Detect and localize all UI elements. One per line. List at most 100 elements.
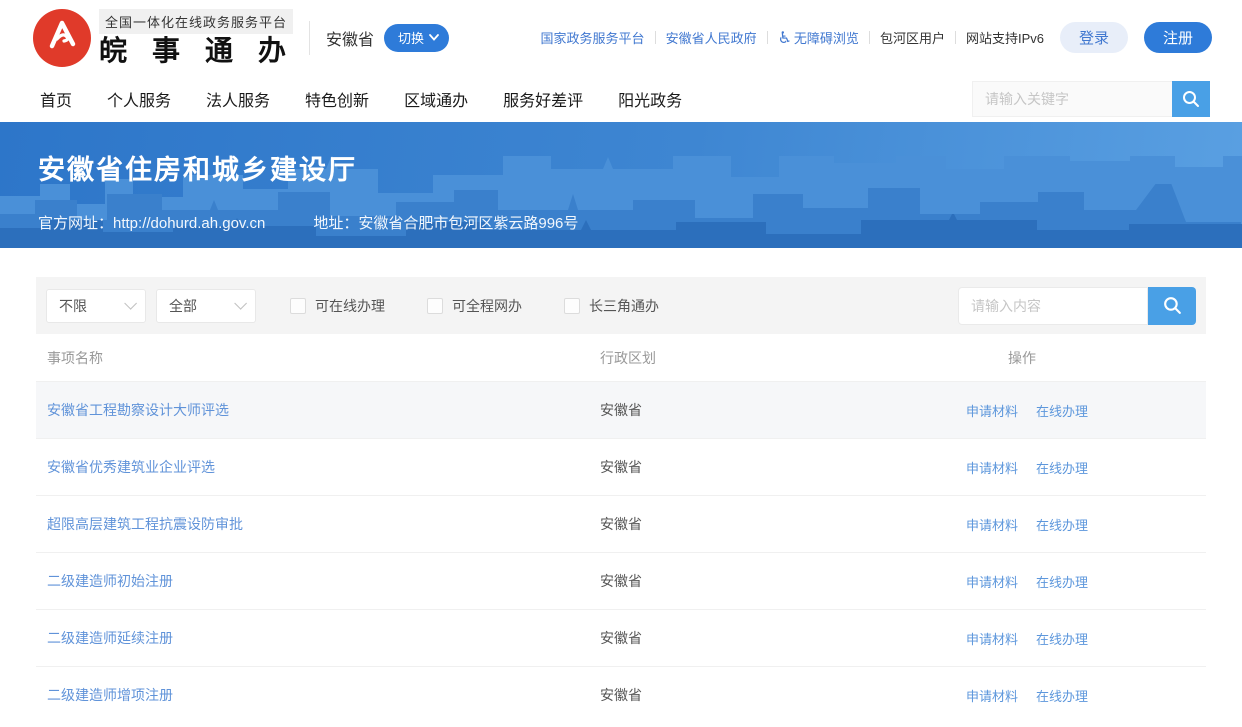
current-region: 安徽省 bbox=[326, 26, 374, 50]
region-value: 安徽省 bbox=[600, 516, 642, 532]
online-handle-link[interactable]: 在线办理 bbox=[1036, 629, 1088, 648]
services-table: 事项名称 行政区划 操作 安徽省工程勘察设计大师评选 安徽省 申请材料 在线办理… bbox=[36, 334, 1206, 723]
service-link[interactable]: 安徽省优秀建筑业企业评选 bbox=[47, 459, 215, 475]
header-action: 操作 bbox=[966, 348, 1206, 368]
department-title: 安徽省住房和城乡建设厅 bbox=[38, 148, 1242, 187]
header-region: 行政区划 bbox=[591, 348, 966, 368]
header-item-name: 事项名称 bbox=[36, 348, 591, 368]
site-title: 皖事通办 bbox=[99, 36, 297, 67]
region-value: 安徽省 bbox=[600, 573, 642, 589]
table-row: 安徽省工程勘察设计大师评选 安徽省 申请材料 在线办理 bbox=[36, 381, 1206, 438]
divider bbox=[655, 31, 656, 44]
top-bar: 全国一体化在线政务服务平台 皖事通办 安徽省 切换 国家政务服务平台 安徽省人民… bbox=[0, 0, 1242, 75]
online-handle-link[interactable]: 在线办理 bbox=[1036, 572, 1088, 591]
banner-content: 安徽省住房和城乡建设厅 官方网址：http://dohurd.ah.gov.cn… bbox=[0, 122, 1242, 233]
keyword-search-input[interactable] bbox=[972, 81, 1172, 117]
nav-item-legal[interactable]: 法人服务 bbox=[206, 87, 270, 111]
official-website: 官方网址：http://dohurd.ah.gov.cn bbox=[38, 212, 265, 233]
region-value: 安徽省 bbox=[600, 630, 642, 646]
keyword-search-button[interactable] bbox=[1172, 81, 1210, 117]
search-icon bbox=[1181, 89, 1201, 109]
region-value: 安徽省 bbox=[600, 402, 642, 418]
divider bbox=[309, 21, 310, 55]
link-accessibility[interactable]: ♿无障碍浏览 bbox=[778, 28, 859, 48]
materials-link[interactable]: 申请材料 bbox=[966, 401, 1018, 420]
scope-dropdown[interactable]: 不限 bbox=[46, 289, 146, 323]
divider bbox=[767, 31, 768, 44]
table-row: 二级建造师增项注册 安徽省 申请材料 在线办理 bbox=[36, 666, 1206, 723]
table-row: 二级建造师初始注册 安徽省 申请材料 在线办理 bbox=[36, 552, 1206, 609]
materials-link[interactable]: 申请材料 bbox=[966, 515, 1018, 534]
content-search-input[interactable] bbox=[958, 287, 1148, 325]
materials-link[interactable]: 申请材料 bbox=[966, 458, 1018, 477]
scope-dropdown-value: 不限 bbox=[59, 296, 87, 316]
table-header: 事项名称 行政区划 操作 bbox=[36, 334, 1206, 381]
materials-link[interactable]: 申请材料 bbox=[966, 629, 1018, 648]
online-handle-link[interactable]: 在线办理 bbox=[1036, 686, 1088, 705]
service-link[interactable]: 安徽省工程勘察设计大师评选 bbox=[47, 402, 229, 418]
department-info: 官方网址：http://dohurd.ah.gov.cn 地址：安徽省合肥市包河… bbox=[38, 212, 1242, 233]
online-handle-link[interactable]: 在线办理 bbox=[1036, 401, 1088, 420]
filter-bar: 不限 全部 可在线办理 可全程网办 长三角通办 bbox=[36, 277, 1206, 334]
content-search-button[interactable] bbox=[1148, 287, 1196, 325]
divider bbox=[869, 31, 870, 44]
filter-checkboxes: 可在线办理 可全程网办 长三角通办 bbox=[290, 296, 659, 316]
search-icon bbox=[1162, 295, 1183, 316]
accessibility-label: 无障碍浏览 bbox=[794, 31, 859, 46]
nav-item-home[interactable]: 首页 bbox=[40, 87, 72, 111]
service-link[interactable]: 二级建造师延续注册 bbox=[47, 630, 173, 646]
checkbox-full-online[interactable]: 可全程网办 bbox=[427, 296, 522, 316]
link-national-platform[interactable]: 国家政务服务平台 bbox=[541, 28, 645, 47]
checkbox-icon bbox=[564, 298, 580, 314]
region-value: 安徽省 bbox=[600, 687, 642, 703]
platform-badge: 全国一体化在线政务服务平台 bbox=[99, 9, 293, 34]
region-switch-label: 切换 bbox=[398, 28, 424, 47]
filter-search bbox=[958, 287, 1196, 325]
nav-item-review[interactable]: 服务好差评 bbox=[503, 87, 583, 111]
checkbox-icon bbox=[427, 298, 443, 314]
online-handle-link[interactable]: 在线办理 bbox=[1036, 515, 1088, 534]
checkbox-online[interactable]: 可在线办理 bbox=[290, 296, 385, 316]
site-logo bbox=[33, 9, 91, 67]
region-value: 安徽省 bbox=[600, 459, 642, 475]
chevron-down-icon bbox=[429, 34, 439, 41]
nav-item-personal[interactable]: 个人服务 bbox=[107, 87, 171, 111]
divider bbox=[955, 31, 956, 44]
main-nav: 首页 个人服务 法人服务 特色创新 区域通办 服务好差评 阳光政务 bbox=[0, 75, 1242, 122]
type-dropdown[interactable]: 全部 bbox=[156, 289, 256, 323]
department-banner: 安徽省住房和城乡建设厅 官方网址：http://dohurd.ah.gov.cn… bbox=[0, 122, 1242, 248]
checkbox-icon bbox=[290, 298, 306, 314]
login-button[interactable]: 登录 bbox=[1060, 22, 1128, 53]
top-links: 国家政务服务平台 安徽省人民政府 ♿无障碍浏览 包河区用户 网站支持IPv6 登… bbox=[541, 22, 1212, 53]
table-row: 超限高层建筑工程抗震设防审批 安徽省 申请材料 在线办理 bbox=[36, 495, 1206, 552]
brand-mark-icon bbox=[42, 15, 82, 60]
checkbox-full-online-label: 可全程网办 bbox=[452, 296, 522, 316]
nav-item-featured[interactable]: 特色创新 bbox=[305, 87, 369, 111]
service-link[interactable]: 二级建造师初始注册 bbox=[47, 573, 173, 589]
link-ipv6[interactable]: 网站支持IPv6 bbox=[966, 28, 1044, 47]
brand-block: 全国一体化在线政务服务平台 皖事通办 bbox=[99, 9, 297, 67]
nav-search bbox=[972, 81, 1210, 117]
chevron-down-icon bbox=[124, 297, 137, 310]
table-row: 二级建造师延续注册 安徽省 申请材料 在线办理 bbox=[36, 609, 1206, 666]
online-handle-link[interactable]: 在线办理 bbox=[1036, 458, 1088, 477]
nav-item-sunshine[interactable]: 阳光政务 bbox=[618, 87, 682, 111]
register-button[interactable]: 注册 bbox=[1144, 22, 1212, 53]
service-link[interactable]: 二级建造师增项注册 bbox=[47, 687, 173, 703]
link-district-user[interactable]: 包河区用户 bbox=[880, 28, 945, 47]
type-dropdown-value: 全部 bbox=[169, 296, 197, 316]
wheelchair-icon: ♿ bbox=[778, 30, 792, 47]
link-provincial-gov[interactable]: 安徽省人民政府 bbox=[666, 28, 757, 47]
checkbox-online-label: 可在线办理 bbox=[315, 296, 385, 316]
nav-item-regional[interactable]: 区域通办 bbox=[404, 87, 468, 111]
materials-link[interactable]: 申请材料 bbox=[966, 572, 1018, 591]
nav-items: 首页 个人服务 法人服务 特色创新 区域通办 服务好差评 阳光政务 bbox=[40, 87, 682, 111]
service-link[interactable]: 超限高层建筑工程抗震设防审批 bbox=[47, 516, 243, 532]
table-row: 安徽省优秀建筑业企业评选 安徽省 申请材料 在线办理 bbox=[36, 438, 1206, 495]
department-address: 地址：安徽省合肥市包河区紫云路996号 bbox=[313, 212, 578, 233]
materials-link[interactable]: 申请材料 bbox=[966, 686, 1018, 705]
region-switch-button[interactable]: 切换 bbox=[384, 24, 449, 52]
checkbox-delta-region-label: 长三角通办 bbox=[589, 296, 659, 316]
chevron-down-icon bbox=[234, 297, 247, 310]
checkbox-delta-region[interactable]: 长三角通办 bbox=[564, 296, 659, 316]
